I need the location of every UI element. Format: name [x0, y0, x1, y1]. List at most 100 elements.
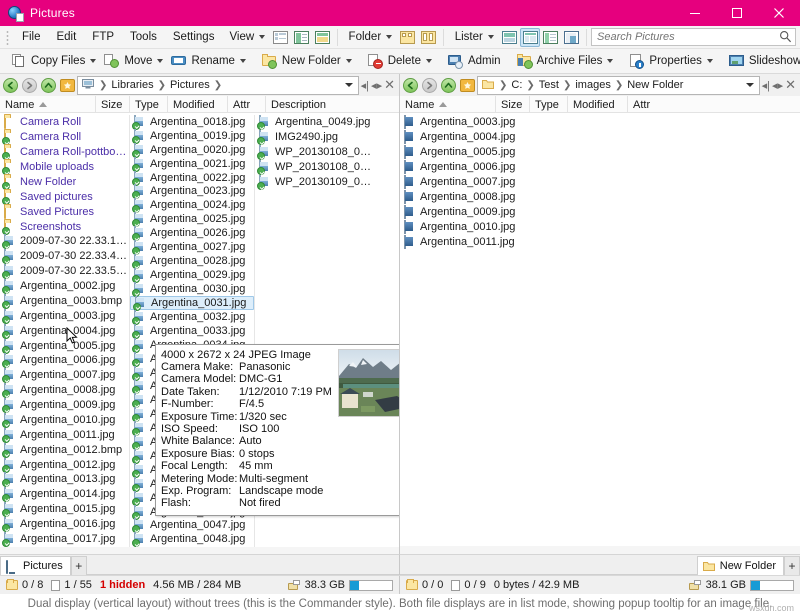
archive-files-button[interactable]: Archive Files — [513, 51, 618, 72]
folder-row[interactable]: Saved pictures — [0, 189, 129, 205]
admin-button[interactable]: Admin — [444, 51, 505, 72]
left-breadcrumb[interactable]: ❯ Libraries ❯ Pictures ❯ — [77, 75, 359, 95]
file-row[interactable]: IMG2490.jpg — [255, 130, 375, 146]
file-row[interactable]: Argentina_0010.jpg — [400, 219, 530, 234]
file-row[interactable]: Argentina_0019.jpg — [130, 128, 254, 144]
file-row[interactable]: Argentina_0002.jpg — [0, 279, 129, 295]
chevron-down-icon[interactable] — [425, 59, 432, 63]
folder-dual-icon[interactable] — [418, 28, 439, 47]
file-row[interactable]: Argentina_0010.jpg — [0, 412, 129, 428]
file-row[interactable]: Argentina_0016.jpg — [0, 517, 129, 533]
file-row[interactable]: Argentina_0024.jpg — [130, 198, 254, 214]
file-row[interactable]: Argentina_0009.jpg — [0, 398, 129, 414]
close-tab-icon[interactable]: ✕ — [785, 77, 796, 93]
new-folder-button[interactable]: New Folder — [258, 51, 356, 72]
search-input[interactable] — [591, 28, 797, 46]
lister-dropdown[interactable]: Lister — [448, 30, 499, 44]
favorites-star-icon[interactable] — [459, 77, 476, 94]
folder-row[interactable]: Screenshots — [0, 219, 129, 235]
copy-files-button[interactable]: Copy Files — [7, 51, 100, 72]
new-tab-button-right[interactable]: + — [784, 556, 800, 575]
maximize-icon[interactable] — [716, 0, 758, 26]
column-name[interactable]: Name — [400, 96, 496, 113]
column-attr[interactable]: Attr — [228, 96, 266, 113]
column-modified[interactable]: Modified — [168, 96, 228, 113]
menu-tools[interactable]: Tools — [122, 29, 165, 45]
breadcrumb-pictures[interactable]: Pictures — [168, 79, 212, 91]
column-attr[interactable]: Attr — [628, 96, 666, 113]
view-dropdown[interactable]: View — [222, 30, 270, 44]
forward-button[interactable] — [421, 77, 438, 94]
file-row[interactable]: 2009-07-30 22.33.52.jpg — [0, 264, 129, 280]
folder-split-icon[interactable] — [397, 28, 418, 47]
breadcrumb-images[interactable]: images — [573, 79, 612, 91]
up-button[interactable] — [40, 77, 57, 94]
right-file-list[interactable]: Argentina_0003.jpg Argentina_0004.jpg Arge… — [400, 113, 800, 546]
folder-row[interactable]: Camera Roll — [0, 130, 129, 146]
tab-pictures[interactable]: Pictures — [0, 556, 71, 575]
file-row[interactable]: Argentina_0025.jpg — [130, 212, 254, 228]
tiles-view-icon[interactable] — [291, 28, 312, 47]
column-name[interactable]: Name — [0, 96, 96, 113]
details-view-icon[interactable] — [270, 28, 291, 47]
file-row[interactable]: Argentina_0021.jpg — [130, 156, 254, 172]
file-row[interactable]: Argentina_0047.jpg — [130, 518, 254, 534]
file-row[interactable]: Argentina_0013.jpg — [0, 472, 129, 488]
chevron-down-icon[interactable] — [607, 59, 614, 63]
chevron-down-icon[interactable] — [90, 59, 97, 63]
breadcrumb-c-drive[interactable]: C: — [509, 79, 524, 91]
column-type[interactable]: Type — [530, 96, 568, 113]
thumbnails-view-icon[interactable] — [312, 28, 333, 47]
close-icon[interactable] — [758, 0, 800, 26]
file-row[interactable]: Argentina_0014.jpg — [0, 487, 129, 503]
delete-button[interactable]: Delete — [364, 51, 436, 72]
file-row[interactable]: Argentina_0018.jpg — [130, 114, 254, 130]
folder-dropdown[interactable]: Folder — [342, 30, 398, 44]
file-row[interactable]: Argentina_0011.jpg — [0, 427, 129, 443]
breadcrumb-dropdown-icon[interactable] — [745, 83, 754, 87]
file-row[interactable]: Argentina_0012.jpg — [0, 457, 129, 473]
file-row[interactable]: 2009-07-30 22.33.10.jpg — [0, 234, 129, 250]
file-row[interactable]: Argentina_0030.jpg — [130, 281, 254, 297]
folder-row[interactable]: Saved Pictures — [0, 204, 129, 219]
breadcrumb-new-folder[interactable]: New Folder — [625, 79, 685, 91]
file-row[interactable]: Argentina_0032.jpg — [130, 309, 254, 325]
lister-horizontal-icon[interactable] — [499, 28, 520, 47]
column-modified[interactable]: Modified — [568, 96, 628, 113]
file-row[interactable]: WP_20130108_004.jpg — [255, 160, 375, 176]
menu-file[interactable]: File — [14, 29, 49, 45]
close-tab-icon[interactable]: ✕ — [384, 77, 395, 93]
forward-button[interactable] — [21, 77, 38, 94]
new-tab-button-left[interactable]: + — [70, 556, 87, 575]
file-row[interactable]: Argentina_0026.jpg — [130, 226, 254, 242]
file-row[interactable]: Argentina_0033.jpg — [130, 323, 254, 339]
menu-settings[interactable]: Settings — [165, 29, 223, 45]
chevron-down-icon[interactable] — [157, 59, 164, 63]
file-row[interactable]: Argentina_0006.jpg — [0, 353, 129, 369]
menu-ftp[interactable]: FTP — [84, 29, 122, 45]
next-folder-icon[interactable]: ◂▸ — [772, 79, 783, 92]
folder-row[interactable]: New Folder — [0, 174, 129, 190]
file-row[interactable]: Argentina_0015.jpg — [0, 502, 129, 518]
favorites-star-icon[interactable] — [59, 77, 76, 94]
left-horizontal-scrollbar[interactable] — [0, 546, 399, 554]
breadcrumb-dropdown-icon[interactable] — [344, 83, 353, 87]
chevron-down-icon[interactable] — [345, 59, 352, 63]
column-type[interactable]: Type — [130, 96, 168, 113]
prev-folder-icon[interactable]: ◂| — [361, 79, 369, 92]
lister-vertical-icon[interactable] — [519, 27, 541, 47]
back-button[interactable] — [402, 77, 419, 94]
menu-edit[interactable]: Edit — [48, 29, 84, 45]
file-row[interactable]: Argentina_0003.jpg — [0, 308, 129, 324]
file-row[interactable]: Argentina_0048.jpg — [130, 532, 254, 547]
file-row[interactable]: Argentina_0020.jpg — [130, 142, 254, 158]
file-row[interactable]: WP_20130108_003.jpg — [255, 145, 375, 161]
file-row[interactable]: Argentina_0006.jpg — [400, 160, 530, 175]
tab-new-folder[interactable]: New Folder — [696, 556, 784, 575]
left-file-list[interactable]: Camera Roll Camera Roll Camera Roll-pottbo… — [0, 113, 399, 547]
file-row[interactable]: Argentina_0023.jpg — [130, 184, 254, 200]
file-row[interactable]: Argentina_0009.jpg — [400, 204, 530, 219]
breadcrumb-test[interactable]: Test — [537, 79, 561, 91]
file-row[interactable]: Argentina_0028.jpg — [130, 254, 254, 270]
file-row[interactable]: Argentina_0004.jpg — [400, 130, 530, 145]
